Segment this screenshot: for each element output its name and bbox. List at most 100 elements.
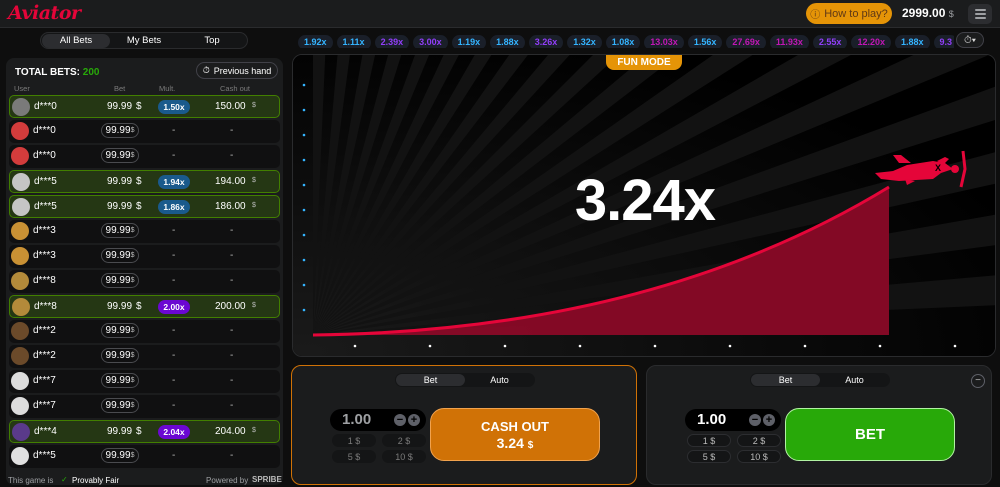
history-dropdown-button[interactable]: ⏱▾ <box>956 32 984 48</box>
bet-row: d***5 99.99 $1.86x 186.00 $ <box>9 195 280 218</box>
quick-amount-2[interactable]: 2 $ <box>382 434 426 447</box>
minus-icon[interactable]: − <box>394 414 406 426</box>
avatar <box>12 298 30 316</box>
bet-amount: 99.99 <box>107 201 133 212</box>
history-multiplier[interactable]: 3.26x <box>528 35 564 48</box>
multiplier-badge: 2.00x <box>158 300 190 314</box>
quick-amount-5[interactable]: 5 $ <box>687 450 731 463</box>
multiplier-empty: - <box>172 275 176 286</box>
history-multiplier[interactable]: 1.92x <box>298 35 333 48</box>
bets-tabs: All Bets My Bets Top <box>40 32 248 49</box>
bet-user: d***0 <box>33 125 56 136</box>
avatar <box>12 198 30 216</box>
cash-out-button[interactable]: CASH OUT 3.24 $ <box>430 408 600 461</box>
history-multiplier[interactable]: 2.39x <box>374 35 410 48</box>
plus-icon[interactable]: + <box>763 414 775 426</box>
bet-user: d***7 <box>33 400 56 411</box>
cashout-amount: 194.00 <box>215 176 246 187</box>
history-multiplier[interactable]: 1.88x <box>894 35 930 48</box>
x-axis-dot <box>353 344 357 348</box>
bet-panel-1: Bet Auto 1.00 − + 1 $ 2 $ 5 $ 10 $ CASH … <box>291 365 637 485</box>
bets-footer: This game is ✓ Provably Fair Powered by … <box>6 475 283 487</box>
history-multiplier[interactable]: 1.08x <box>605 35 641 48</box>
plus-icon[interactable]: + <box>408 414 420 426</box>
tab-bet[interactable]: Bet <box>396 374 465 386</box>
game-stage: X FUN MODE 3.24x <box>292 54 996 357</box>
history-multiplier[interactable]: 13.03x <box>644 35 684 48</box>
bet-currency: $ <box>136 301 142 312</box>
cash-out-amount: 3.24 $ <box>496 434 534 451</box>
x-axis-dot <box>803 344 807 348</box>
bet-amount-pill: 99.99 $ <box>101 273 139 288</box>
y-axis-dot <box>302 308 306 312</box>
history-multiplier[interactable]: 27.69x <box>726 35 766 48</box>
tab-auto[interactable]: Auto <box>820 374 889 386</box>
bet-amount: 99.99 <box>107 426 133 437</box>
bets-sidebar: All Bets My Bets Top TOTAL BETS: 200 ⏱ P… <box>0 28 287 485</box>
info-icon: ⓘ <box>810 10 821 21</box>
bet-user: d***5 <box>34 176 57 187</box>
quick-amount-10[interactable]: 10 $ <box>382 450 426 463</box>
history-multiplier[interactable]: 1.88x <box>490 35 525 48</box>
bets-list: d***0 99.99 $1.50x 150.00 $ d***0 99.99 $ - - d***… <box>9 95 280 470</box>
bet-user: d***5 <box>33 450 56 461</box>
bet-amount-pill: 99.99 $ <box>101 248 139 263</box>
cashout-currency: $ <box>252 102 256 109</box>
tab-top[interactable]: Top <box>178 34 246 48</box>
multiplier-empty: - <box>172 350 176 361</box>
menu-button[interactable] <box>968 4 992 24</box>
history-multiplier[interactable]: 1.19x <box>451 35 487 48</box>
tab-bet[interactable]: Bet <box>751 374 820 386</box>
round-history: 1.92x 1.11x 2.39x 3.00x 1.19x 1.88x 3.26x 1.32x… <box>298 32 954 48</box>
minus-circle-icon: − <box>975 375 981 386</box>
quick-amount-10[interactable]: 10 $ <box>737 450 781 463</box>
bet-amount: 99.99 <box>107 176 133 187</box>
bet-amount-input[interactable]: 1.00 − + <box>330 409 426 431</box>
col-bet: Bet <box>114 84 126 93</box>
tab-auto[interactable]: Auto <box>465 374 534 386</box>
avatar <box>11 272 29 290</box>
how-to-play-button[interactable]: ⓘ How to play? <box>806 3 892 24</box>
tab-all-bets[interactable]: All Bets <box>42 33 110 48</box>
provably-fair-link[interactable]: Provably Fair <box>72 476 119 485</box>
bet-row: d***8 99.99 $2.00x 200.00 $ <box>9 295 280 318</box>
avatar <box>11 247 29 265</box>
quick-amount-2[interactable]: 2 $ <box>737 434 781 447</box>
bet-amount-input[interactable]: 1.00 − + <box>685 409 781 431</box>
cashout-amount: 204.00 <box>215 426 246 437</box>
quick-amount-5[interactable]: 5 $ <box>332 450 376 463</box>
top-bar: Aviator ⓘ How to play? 2999.00 $ <box>0 0 1000 28</box>
x-axis-dot <box>428 344 432 348</box>
history-multiplier[interactable]: 1.56x <box>687 35 723 48</box>
previous-hand-label: Previous hand <box>213 65 272 76</box>
bet-user: d***2 <box>33 325 56 336</box>
bet-user: d***4 <box>34 426 57 437</box>
bet-amount-pill: 99.99 $ <box>101 123 139 138</box>
history-multiplier[interactable]: 12.20x <box>851 35 891 48</box>
quick-amount-1[interactable]: 1 $ <box>687 434 731 447</box>
tab-my-bets[interactable]: My Bets <box>110 34 178 48</box>
history-multiplier[interactable]: 1.32x <box>567 35 602 48</box>
bet-button[interactable]: BET <box>785 408 955 461</box>
history-multiplier[interactable]: 1.11x <box>336 35 371 48</box>
bet-user: d***3 <box>33 250 56 261</box>
previous-hand-button[interactable]: ⏱ Previous hand <box>196 62 278 79</box>
avatar <box>11 372 29 390</box>
col-mult: Mult. <box>159 84 176 93</box>
quick-amount-1[interactable]: 1 $ <box>332 434 376 447</box>
history-clock-icon: ⏱▾ <box>964 34 976 46</box>
history-multiplier[interactable]: 2.55x <box>812 35 848 48</box>
minus-icon[interactable]: − <box>749 414 761 426</box>
x-axis-dot <box>878 344 882 348</box>
history-multiplier[interactable]: 11.93x <box>769 35 809 48</box>
bet-user: d***8 <box>34 301 57 312</box>
y-axis-dot <box>302 233 306 237</box>
multiplier-empty: - <box>172 400 176 411</box>
remove-panel-button[interactable]: − <box>971 374 985 388</box>
multiplier-empty: - <box>172 150 176 161</box>
history-multiplier[interactable]: 9.3 <box>933 35 954 48</box>
cashout-empty: - <box>230 450 234 461</box>
avatar <box>12 98 30 116</box>
history-multiplier[interactable]: 3.00x <box>413 35 448 48</box>
bet-amount: 99.99 <box>107 301 133 312</box>
